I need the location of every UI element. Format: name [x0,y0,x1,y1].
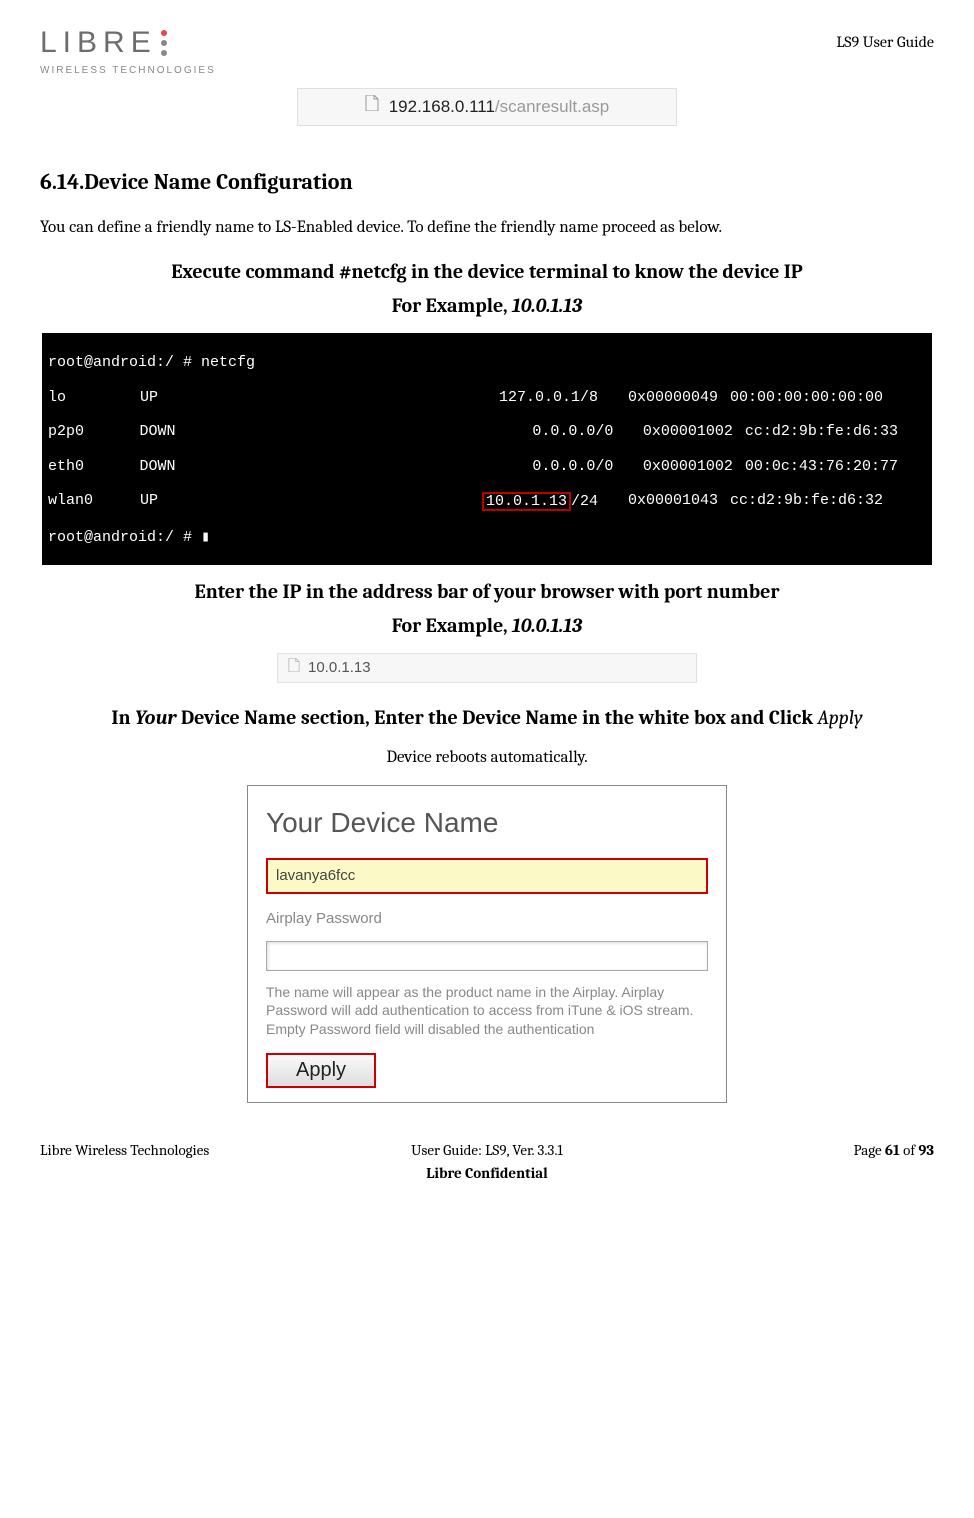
terminal-output: root@android:/ # netcfg loUP127.0.0.1/80… [42,333,932,565]
url-host: 192.168.0.111 [389,94,495,120]
footer-left: Libre Wireless Technologies [40,1139,338,1184]
file-icon [365,95,379,119]
terminal-row: loUP127.0.0.1/80x0000004900:00:00:00:00:… [48,389,932,406]
terminal-row: p2p0DOWN0.0.0.0/00x00001002cc:d2:9b:fe:d… [48,423,932,440]
instruction-1-prefix: For Example, [392,294,512,317]
apply-button[interactable]: Apply [266,1053,376,1088]
browser-tab-1: 192.168.0.111/scanresult.asp [297,88,677,126]
terminal-row: eth0DOWN0.0.0.0/00x0000100200:0c:43:76:2… [48,458,932,475]
instruction-2-ip: 10.0.1.13 [512,614,582,637]
section-number: 6.14. [40,169,84,195]
instruction-1: Execute command #netcfg in the device te… [70,255,904,323]
section-title: Device Name Configuration [84,169,353,195]
device-name-input[interactable]: lavanya6fcc [266,858,708,895]
instruction-3: In Your Device Name section, Enter the D… [70,701,904,735]
logo-subtitle: WIRELESS TECHNOLOGIES [40,63,216,78]
tab-2-text: 10.0.1.13 [308,657,371,680]
form-help-text: The name will appear as the product name… [266,983,708,1040]
page-footer: Libre Wireless Technologies User Guide: … [40,1133,934,1184]
header-doc-title: LS9 User Guide [836,30,934,54]
instruction-2-prefix: For Example, [392,614,512,637]
device-name-form: Your Device Name lavanya6fcc Airplay Pas… [247,785,727,1104]
url-path: /scanresult.asp [495,94,609,120]
logo-dots-icon [161,30,167,56]
page-header: LIBRE WIRELESS TECHNOLOGIES LS9 User Gui… [40,20,934,78]
instruction-2-line1: Enter the IP in the address bar of your … [70,575,904,609]
instruction-1-ip: 10.0.1.13 [512,294,582,317]
instruction-2: Enter the IP in the address bar of your … [70,575,904,643]
reboot-note: Device reboots automatically. [40,745,934,771]
airplay-password-input[interactable] [266,941,708,971]
logo: LIBRE WIRELESS TECHNOLOGIES [40,20,216,78]
footer-right: Page 61 of 93 [636,1139,934,1184]
logo-text: LIBRE [40,20,157,65]
section-intro: You can define a friendly name to LS-Ena… [40,211,934,245]
airplay-password-label: Airplay Password [266,908,708,931]
browser-tab-2: 10.0.1.13 [277,653,697,683]
terminal-row: wlan0UP10.0.1.13/240x00001043cc:d2:9b:fe… [48,492,932,511]
section-heading: 6.14.Device Name Configuration [40,166,934,199]
highlighted-ip: 10.0.1.13 [482,492,571,511]
form-title: Your Device Name [266,802,708,844]
terminal-prompt: root@android:/ # [48,529,201,546]
file-icon [288,657,300,680]
instruction-1-line1: Execute command #netcfg in the device te… [70,255,904,289]
terminal-cmd: root@android:/ # netcfg [48,354,932,371]
footer-center: User Guide: LS9, Ver. 3.3.1 Libre Confid… [338,1139,636,1184]
